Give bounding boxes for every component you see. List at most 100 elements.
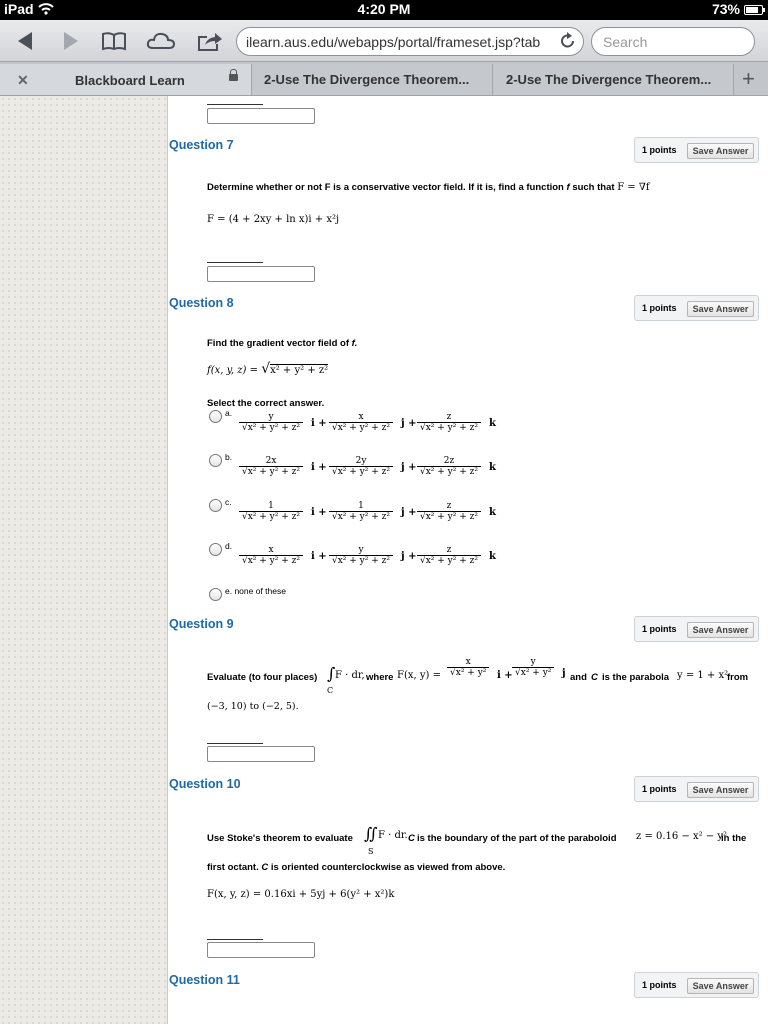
status-bar: iPad 4:20 PM 73% (0, 0, 768, 20)
search-field[interactable]: Search (591, 27, 755, 56)
points-label: 1 points (642, 784, 677, 794)
question-7-points-box: 1 points Save Answer (634, 137, 759, 163)
clock: 4:20 PM (357, 1, 411, 17)
fraction-numerator: z (446, 545, 452, 555)
points-label: 1 points (642, 980, 677, 990)
fraction-numerator: y (358, 545, 364, 555)
unit-vector-label: j + (401, 462, 417, 473)
option-fraction: 2x √x² + y² + z² (239, 456, 303, 477)
fraction-denominator: √x² + y² + z² (329, 555, 393, 566)
tab-divergence-2[interactable]: 2-Use The Divergence Theorem... (494, 64, 734, 95)
browser-toolbar: ilearn.aus.edu/webapps/portal/frameset.j… (0, 20, 768, 62)
battery-percent: 73% (711, 1, 740, 17)
fraction-denominator: √x² + y² + z² (329, 511, 393, 522)
tab-title: 2-Use The Divergence Theorem... (506, 72, 712, 87)
test-content: Question 7 1 points Save Answer Determin… (169, 96, 768, 1024)
points-label: 1 points (642, 624, 677, 634)
reload-icon (561, 32, 574, 48)
tab-title: Blackboard Learn (75, 73, 185, 88)
tab-bar: ✕ Blackboard Learn 2-Use The Divergence … (0, 62, 768, 96)
fraction-denominator: √x² + y² + z² (239, 422, 303, 433)
fraction-numerator: 2z (443, 456, 455, 466)
question-7-title: Question 7 (169, 138, 234, 152)
fraction-denominator: √x² + y² + z² (329, 466, 393, 477)
option-label: d. (225, 541, 233, 551)
answer-underline (207, 104, 263, 105)
reload-button[interactable] (560, 32, 576, 55)
question-8-text: Find the gradient vector field of f. (207, 338, 358, 349)
radio-button-icon[interactable] (209, 410, 222, 423)
question-11-points-box: 1 points Save Answer (634, 972, 759, 998)
question-11-title: Question 11 (169, 973, 240, 987)
tab-blackboard-learn[interactable]: ✕ Blackboard Learn (0, 64, 252, 95)
radio-button-icon[interactable] (209, 454, 222, 467)
fraction-numerator: 1 (268, 501, 274, 511)
answer-field-q7[interactable] (207, 266, 315, 282)
radio-button-icon[interactable] (209, 588, 222, 601)
save-answer-button[interactable]: Save Answer (687, 622, 754, 638)
answer-underline (207, 262, 263, 263)
address-bar[interactable]: ilearn.aus.edu/webapps/portal/frameset.j… (236, 27, 584, 56)
bookmarks-icon (102, 32, 126, 51)
option-label: e. none of these (225, 586, 286, 596)
option-fraction: y √x² + y² + z² (239, 412, 303, 433)
question-10-title: Question 10 (169, 777, 241, 791)
icloud-icon (146, 32, 176, 49)
url-text: ilearn.aus.edu/webapps/portal/frameset.j… (246, 34, 541, 50)
fraction-denominator: √x² + y² + z² (417, 555, 481, 566)
option-fraction: x √x² + y² + z² (329, 412, 393, 433)
fraction-numerator: z (446, 412, 452, 422)
new-tab-icon[interactable]: + (742, 66, 755, 92)
unit-vector-label: k (489, 462, 496, 473)
points-label: 1 points (642, 303, 677, 313)
unit-vector-label: i + (311, 507, 327, 518)
fraction-denominator: √x² + y² + z² (417, 422, 481, 433)
radio-button-icon[interactable] (209, 543, 222, 556)
question-10-points-box: 1 points Save Answer (634, 776, 759, 802)
back-button[interactable] (12, 26, 38, 56)
unit-vector-label: k (489, 418, 496, 429)
save-answer-button[interactable]: Save Answer (687, 301, 754, 317)
share-icon (198, 33, 222, 51)
option-fraction: z √x² + y² + z² (417, 501, 481, 522)
unit-vector-label: i + (311, 462, 327, 473)
answer-field-q6[interactable] (207, 108, 315, 124)
option-fraction: z √x² + y² + z² (417, 412, 481, 433)
fraction-numerator: 2y (355, 456, 367, 466)
forward-icon (64, 32, 78, 50)
fraction-denominator: √x² + y² + z² (239, 555, 303, 566)
close-tab-icon[interactable]: ✕ (17, 72, 29, 89)
option-fraction: z √x² + y² + z² (417, 545, 481, 566)
save-answer-button[interactable]: Save Answer (687, 978, 754, 994)
option-label: b. (225, 452, 233, 462)
question-7-vector-field: F = (4 + 2xy + ln x)i + x²j (207, 214, 340, 225)
save-answer-button[interactable]: Save Answer (687, 782, 754, 798)
question-8-points-box: 1 points Save Answer (634, 295, 759, 321)
option-fraction: 2y √x² + y² + z² (329, 456, 393, 477)
question-9-endpoints: (−3, 10) to (−2, 5). (207, 701, 299, 712)
question-10-vector-field: F(x, y, z) = 0.16xi + 5yj + 6(y² + x²)k (207, 889, 395, 900)
radio-button-icon[interactable] (209, 499, 222, 512)
fraction-denominator: √x² + y² + z² (329, 422, 393, 433)
forward-button[interactable] (58, 26, 84, 56)
unit-vector-label: j + (401, 418, 417, 429)
fraction-denominator: √x² + y² + z² (239, 466, 303, 477)
share-button[interactable] (196, 26, 224, 56)
question-8-function: f(x, y, z) = √x² + y² + z² (207, 361, 329, 377)
answer-underline (207, 939, 263, 940)
question-7-text: Determine whether or not F is a conserva… (207, 182, 650, 193)
bookmarks-button[interactable] (100, 26, 128, 56)
save-answer-button[interactable]: Save Answer (687, 143, 754, 159)
answer-field-q10[interactable] (207, 942, 315, 958)
fraction-numerator: y (268, 412, 274, 422)
fraction-numerator: 2x (265, 456, 277, 466)
tab-title: 2-Use The Divergence Theorem... (264, 72, 470, 87)
fraction-numerator: x (268, 545, 274, 555)
tab-divergence-1[interactable]: 2-Use The Divergence Theorem... (253, 64, 493, 95)
unit-vector-label: i + (311, 418, 327, 429)
icloud-tabs-button[interactable] (146, 26, 176, 56)
unit-vector-label: i + (311, 551, 327, 562)
course-menu-panel (0, 96, 168, 1024)
answer-field-q9[interactable] (207, 746, 315, 762)
search-placeholder: Search (603, 34, 648, 50)
